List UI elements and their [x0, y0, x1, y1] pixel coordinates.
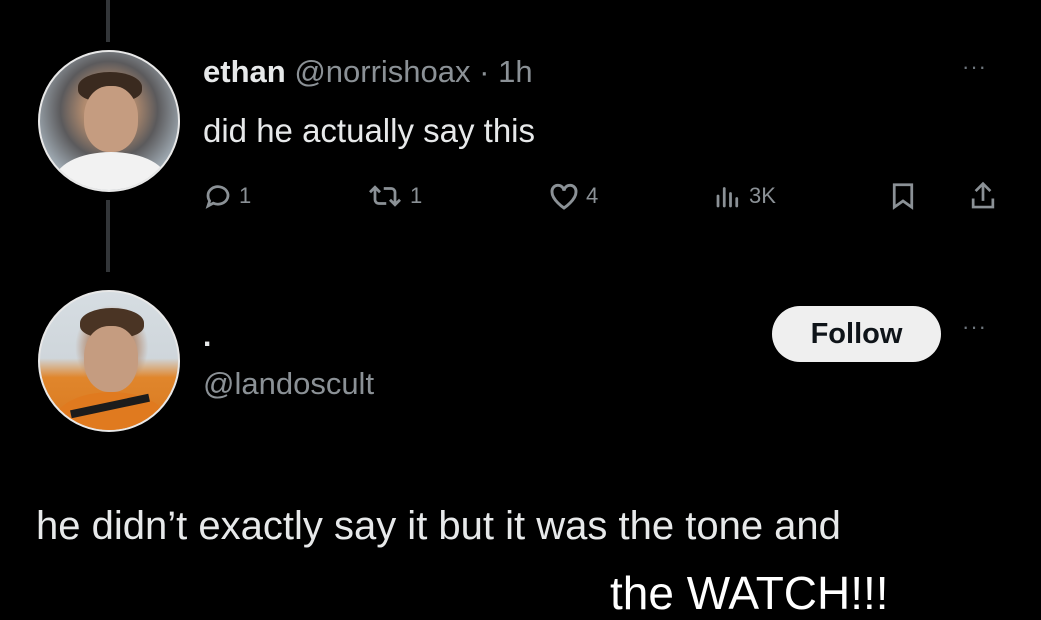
- reply-avatar[interactable]: [38, 290, 180, 432]
- repost-button[interactable]: 1: [366, 176, 422, 216]
- avatar-face: [84, 326, 138, 392]
- repost-icon: [369, 185, 401, 207]
- share-icon: [971, 181, 995, 209]
- avatar-face: [84, 86, 138, 152]
- more-options-icon[interactable]: ···: [962, 56, 987, 78]
- reply-user-handle[interactable]: @landoscult: [203, 366, 374, 402]
- like-count: 4: [586, 183, 599, 208]
- avatar-shirt: [54, 152, 168, 190]
- separator: ·: [479, 54, 490, 89]
- thread-line-top: [106, 0, 110, 42]
- display-name[interactable]: ethan: [203, 54, 286, 89]
- bookmark-icon: [892, 183, 914, 210]
- follow-button[interactable]: Follow: [772, 306, 941, 362]
- bookmark-button[interactable]: [890, 176, 916, 216]
- thread-line-mid: [106, 200, 110, 272]
- like-icon: [550, 183, 578, 210]
- views-button[interactable]: 3K: [713, 176, 776, 216]
- more-options-icon[interactable]: ···: [962, 316, 987, 338]
- views-count: 3K: [749, 183, 776, 208]
- reply-icon: [205, 185, 230, 209]
- timestamp[interactable]: 1h: [498, 54, 532, 89]
- user-handle[interactable]: @norrishoax: [294, 54, 470, 89]
- like-button[interactable]: 4: [548, 176, 598, 216]
- avatar[interactable]: [38, 50, 180, 192]
- reply-button[interactable]: 1: [203, 176, 251, 216]
- share-button[interactable]: [968, 176, 998, 216]
- reply-display-name[interactable]: .: [203, 320, 211, 354]
- tweet-header: ethan @norrishoax · 1h: [203, 54, 533, 90]
- reply-text: he didn’t exactly say it but it was the …: [36, 504, 841, 548]
- tweet-text: did he actually say this: [203, 112, 536, 149]
- reply-count: 1: [239, 183, 252, 208]
- views-icon: [716, 187, 739, 208]
- caption-text: the WATCH!!!: [610, 567, 889, 619]
- repost-count: 1: [410, 183, 423, 208]
